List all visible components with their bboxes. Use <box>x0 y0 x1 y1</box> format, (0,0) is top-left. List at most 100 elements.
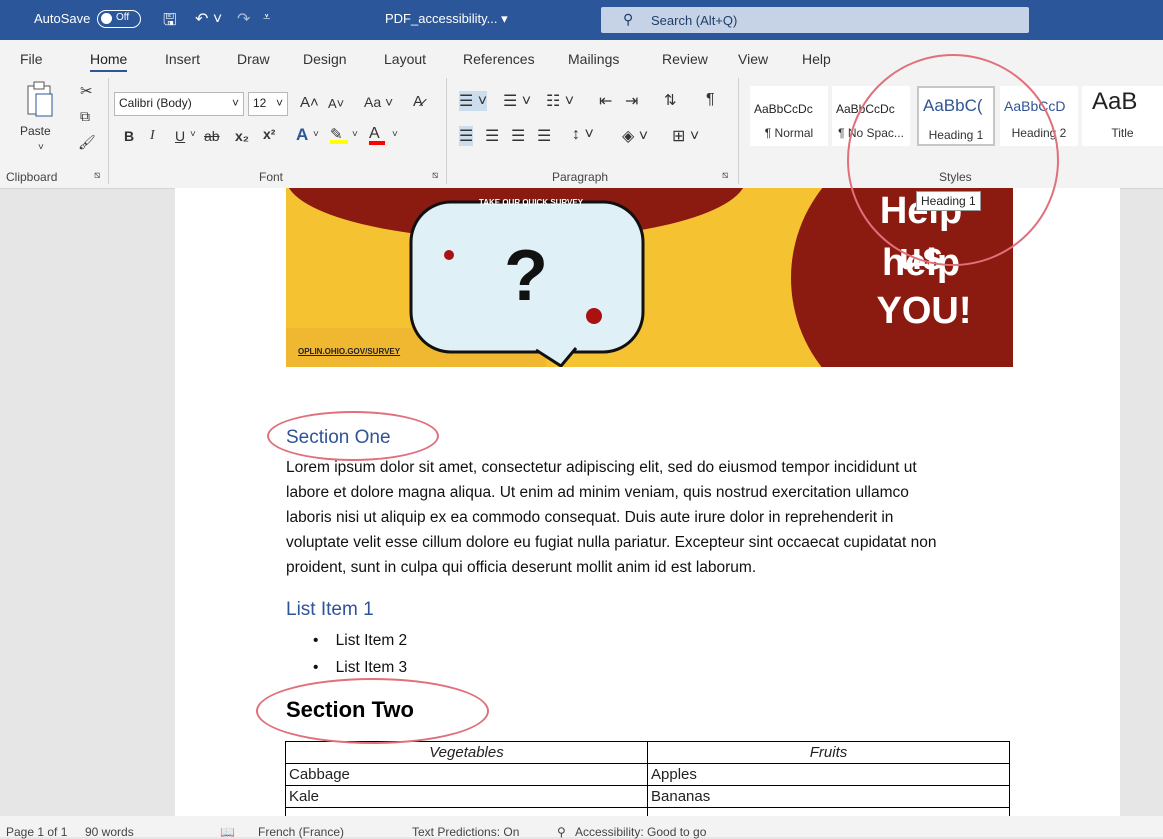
style-title[interactable]: AaB Title <box>1082 86 1163 146</box>
sort-icon[interactable]: ⇅ <box>664 91 677 109</box>
decrease-indent-icon[interactable]: ⇤ <box>599 91 612 111</box>
customize-qat-icon[interactable]: ⩡ <box>263 9 270 25</box>
bullets-icon[interactable]: ☰ ˅ <box>459 91 488 111</box>
underline-button[interactable]: U <box>175 128 185 144</box>
font-color-dropdown-icon[interactable]: ˅ <box>392 129 398 140</box>
justify-icon[interactable]: ☰ <box>537 126 551 146</box>
table-cell[interactable]: Cabbage <box>285 763 648 786</box>
paragraph-group-label: Paragraph <box>552 170 609 184</box>
grow-font-button[interactable]: A˄ <box>300 94 319 111</box>
superscript-button[interactable]: x² <box>263 126 275 142</box>
align-center-icon[interactable]: ☰ <box>485 126 499 146</box>
numbering-icon[interactable]: ☰ ˅ <box>503 91 531 111</box>
table-cell[interactable]: Kale <box>285 785 648 808</box>
tab-layout[interactable]: Layout <box>384 51 426 67</box>
paste-button[interactable]: Paste <box>20 124 51 138</box>
strikethrough-button[interactable]: ab <box>204 128 220 144</box>
banner-survey-text: TAKE OUR QUICK SURVEY <box>478 198 584 207</box>
undo-icon[interactable]: ↶ ˅ <box>195 9 222 29</box>
table-cell[interactable] <box>285 807 648 816</box>
format-painter-icon[interactable]: 🖌 <box>78 134 96 151</box>
cut-icon[interactable]: ✂ <box>80 82 93 100</box>
table-header[interactable]: Vegetables <box>285 741 648 764</box>
style-no-spacing[interactable]: AaBbCcDc ¶ No Spac... <box>832 86 910 146</box>
tab-file[interactable]: File <box>20 51 43 67</box>
highlight-icon[interactable]: ✎ <box>330 125 348 144</box>
shrink-font-button[interactable]: A˅ <box>328 96 344 111</box>
style-tooltip: Heading 1 <box>916 191 981 211</box>
increase-indent-icon[interactable]: ⇥ <box>625 91 638 111</box>
list-heading[interactable]: List Item 1 <box>286 599 374 621</box>
banner-line2: help <box>881 242 961 284</box>
italic-button[interactable]: I <box>150 128 155 144</box>
underline-dropdown-icon[interactable]: ˅ <box>190 129 196 140</box>
tab-references[interactable]: References <box>463 51 535 67</box>
style-normal[interactable]: AaBbCcDc ¶ Normal <box>750 86 828 146</box>
table-cell[interactable] <box>647 807 1010 816</box>
text-effects-dropdown-icon[interactable]: ˅ <box>313 129 319 140</box>
shading-icon[interactable]: ◈ ˅ <box>622 126 648 146</box>
table-header-row: Vegetables Fruits <box>285 741 1010 764</box>
tab-review[interactable]: Review <box>662 51 708 67</box>
multilevel-list-icon[interactable]: ☷ ˅ <box>546 91 574 111</box>
tab-draw[interactable]: Draw <box>237 51 270 67</box>
clear-formatting-icon[interactable]: A̷ <box>413 93 423 110</box>
align-right-icon[interactable]: ☰ <box>511 126 525 146</box>
ribbon: Paste ˅ ✂ ⧉ 🖌 Clipboard ⧅ Calibri (Body)… <box>0 72 1163 189</box>
search-box[interactable]: ⚲ Search (Alt+Q) <box>601 7 1029 33</box>
list-item[interactable]: • List Item 3 <box>313 655 407 680</box>
font-color-icon[interactable]: A <box>369 125 385 145</box>
title-bar: AutoSave Off 🖫 ↶ ˅ ↷ ⩡ PDF_accessibility… <box>0 0 1163 40</box>
style-heading-1[interactable]: AaBbC( Heading 1 <box>917 86 995 146</box>
highlight-dropdown-icon[interactable]: ˅ <box>352 129 358 140</box>
line-spacing-icon[interactable]: ↕ ˅ <box>572 126 594 144</box>
data-table: Vegetables Fruits Cabbage Apples Kale Ba… <box>285 741 1010 816</box>
text-effects-icon[interactable]: A <box>296 125 308 145</box>
font-launcher-icon[interactable]: ⧅ <box>432 170 438 181</box>
tab-insert[interactable]: Insert <box>165 51 200 67</box>
table-header[interactable]: Fruits <box>647 741 1010 764</box>
paste-dropdown-icon[interactable]: ˅ <box>38 142 44 153</box>
table-row: Kale Bananas <box>285 785 1010 808</box>
paste-icon[interactable] <box>22 80 58 120</box>
show-formatting-button[interactable]: ¶ <box>706 91 715 109</box>
search-placeholder: Search (Alt+Q) <box>651 13 738 28</box>
tab-design[interactable]: Design <box>303 51 347 67</box>
autosave-toggle[interactable]: Off <box>97 10 141 28</box>
autosave-label: AutoSave <box>34 11 91 26</box>
font-size-select[interactable]: 12 ˅ <box>248 92 288 116</box>
change-case-button[interactable]: Aa ˅ <box>364 94 393 110</box>
tab-help[interactable]: Help <box>802 51 831 67</box>
borders-icon[interactable]: ⊞ ˅ <box>672 126 699 146</box>
tab-view[interactable]: View <box>738 51 768 67</box>
paragraph-line: Lorem ipsum dolor sit amet, consectetur … <box>286 459 917 476</box>
section-two-heading[interactable]: Section Two <box>286 697 414 723</box>
bold-button[interactable]: B <box>124 128 134 144</box>
svg-text:?: ? <box>504 236 548 316</box>
document-title[interactable]: PDF_accessibility... ▾ <box>385 11 508 27</box>
table-cell[interactable]: Bananas <box>647 785 1010 808</box>
paragraph[interactable]: Lorem ipsum dolor sit amet, consectetur … <box>286 455 1021 580</box>
table-cell[interactable]: Apples <box>647 763 1010 786</box>
table-row: Cabbage Apples <box>285 763 1010 786</box>
paragraph-line: labore et dolore magna aliqua. Ut enim a… <box>286 484 909 501</box>
save-icon[interactable]: 🖫 <box>163 9 177 36</box>
survey-banner-image: ? TAKE OUR QUICK SURVEY OPLIN.OHIO.GOV/S… <box>286 188 1013 367</box>
paragraph-launcher-icon[interactable]: ⧅ <box>722 170 728 181</box>
banner-url: OPLIN.OHIO.GOV/SURVEY <box>298 347 401 356</box>
clipboard-launcher-icon[interactable]: ⧅ <box>94 170 100 181</box>
tab-home[interactable]: Home <box>90 51 128 73</box>
copy-icon[interactable]: ⧉ <box>80 108 90 125</box>
status-bar: Page 1 of 1 90 words 📖 French (France) T… <box>0 816 1163 839</box>
styles-group-label: Styles <box>939 170 972 184</box>
table-row <box>285 807 1010 816</box>
style-heading-2[interactable]: AaBbCcD Heading 2 <box>1000 86 1078 146</box>
tab-mailings[interactable]: Mailings <box>568 51 619 67</box>
list-item[interactable]: • List Item 2 <box>313 628 407 653</box>
font-name-select[interactable]: Calibri (Body) ˅ <box>114 92 244 116</box>
clipboard-group-label: Clipboard <box>6 170 58 184</box>
redo-icon[interactable]: ↷ <box>237 9 250 29</box>
section-one-heading[interactable]: Section One <box>286 427 391 449</box>
subscript-button[interactable]: x₂ <box>235 128 249 144</box>
align-left-icon[interactable]: ☰ <box>459 126 474 146</box>
